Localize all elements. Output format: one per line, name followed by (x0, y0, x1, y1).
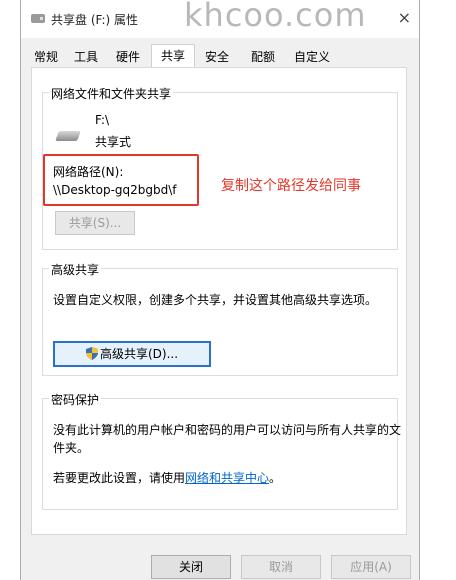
tab-hardware[interactable]: 硬件 (111, 46, 145, 68)
network-path-label: 网络路径(N): (53, 165, 124, 179)
window-title: 共享盘 (F:) 属性 (51, 13, 139, 27)
highlight-box (43, 154, 199, 206)
apply-button[interactable]: 应用(A) (331, 555, 411, 579)
cancel-button[interactable]: 取消 (241, 555, 321, 579)
change-suffix: 。 (269, 471, 282, 485)
drive-name: F:\ (95, 113, 110, 127)
tab-general[interactable]: 常规 (31, 46, 61, 68)
uac-shield-icon (85, 347, 98, 360)
group-title: 高级共享 (49, 261, 102, 278)
change-prefix: 若要更改此设置，请使用 (53, 471, 186, 485)
network-sharing-group: 网络文件和文件夹共享 F:\ 共享式 网络路径(N): \\Desktop-gq… (42, 85, 398, 250)
properties-window: 共享盘 (F:) 属性 × 常规 工具 硬件 共享 安全 配额 自定义 网络文件… (20, 0, 420, 580)
tab-security[interactable]: 安全 (199, 46, 235, 68)
drive-icon (31, 14, 45, 23)
close-icon[interactable]: × (398, 8, 411, 27)
drive-status: 共享式 (95, 135, 132, 149)
password-description-line2: 件夹。 (53, 441, 90, 455)
advanced-sharing-button[interactable]: 高级共享(D)... (53, 341, 211, 367)
password-protection-group: 密码保护 没有此计算机的用户帐户和密码的用户可以访问与所有人共享的文 件夹。 若… (42, 391, 402, 510)
advanced-sharing-description: 设置自定义权限，创建多个共享，并设置其他高级共享选项。 (53, 293, 378, 307)
tab-quota[interactable]: 配额 (245, 46, 281, 68)
sharing-panel: 网络文件和文件夹共享 F:\ 共享式 网络路径(N): \\Desktop-gq… (31, 67, 407, 535)
group-title: 密码保护 (49, 391, 102, 408)
network-sharing-center-link[interactable]: 网络和共享中心 (185, 471, 269, 485)
tab-tools[interactable]: 工具 (69, 46, 103, 68)
tab-customize[interactable]: 自定义 (287, 46, 337, 68)
drive-icon (55, 131, 81, 141)
tab-sharing[interactable]: 共享 (151, 44, 195, 68)
password-description-line1: 没有此计算机的用户帐户和密码的用户可以访问与所有人共享的文 (53, 423, 402, 437)
watermark-text: khcoo.com (184, 0, 367, 34)
change-setting-text: 若要更改此设置，请使用网络和共享中心。 (53, 469, 281, 486)
share-button[interactable]: 共享(S)... (55, 211, 135, 235)
group-title: 网络文件和文件夹共享 (49, 85, 174, 102)
advanced-sharing-button-label: 高级共享(D)... (99, 347, 179, 361)
annotation-text: 复制这个路径发给同事 (221, 178, 361, 194)
close-button[interactable]: 关闭 (151, 555, 231, 579)
advanced-sharing-group: 高级共享 设置自定义权限，创建多个共享，并设置其他高级共享选项。 高级共享(D)… (42, 261, 398, 376)
network-path-value[interactable]: \\Desktop-gq2bgbd\f (53, 183, 177, 197)
